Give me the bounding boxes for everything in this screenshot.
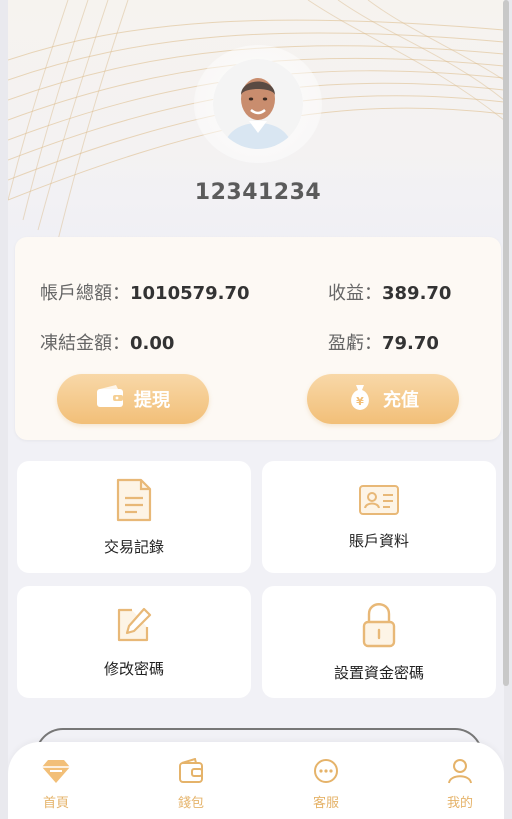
menu-account-info-label: 賬戶資料 xyxy=(348,531,409,550)
profit-loss: 盈虧：79.70 xyxy=(328,329,439,355)
document-icon xyxy=(115,478,153,526)
scrollbar[interactable] xyxy=(503,0,509,686)
total-balance-label: 帳戶總額： xyxy=(40,283,130,304)
user-icon xyxy=(446,758,474,788)
wallet-icon xyxy=(96,384,124,414)
id-card-icon xyxy=(358,484,400,520)
tab-wallet-label: 錢包 xyxy=(177,796,204,811)
wallet-tab-icon xyxy=(177,757,205,788)
frozen-amount: 凍結金額：0.00 xyxy=(40,329,174,355)
tab-service[interactable]: 客服 xyxy=(286,758,366,811)
tab-service-label: 客服 xyxy=(312,796,339,811)
chat-icon xyxy=(312,758,340,788)
total-balance: 帳戶總額：1010579.70 xyxy=(40,279,250,305)
tab-mine-label: 我的 xyxy=(446,796,473,811)
yuan-glyph: ¥ xyxy=(356,395,364,408)
tab-mine[interactable]: 我的 xyxy=(420,758,500,811)
edit-icon xyxy=(115,606,153,648)
account-summary-card: 帳戶總額：1010579.70 收益：389.70 凍結金額：0.00 盈虧：7… xyxy=(15,237,501,440)
menu-change-password-label: 修改密碼 xyxy=(103,659,164,678)
recharge-button[interactable]: ¥ 充值 xyxy=(307,374,459,424)
diamond-icon xyxy=(41,758,71,788)
profile-header: 12341234 xyxy=(8,0,504,240)
menu-transactions-label: 交易記錄 xyxy=(103,537,164,556)
withdraw-label: 提現 xyxy=(134,390,170,411)
bottom-tab-bar: 首頁 錢包 客服 我的 xyxy=(8,742,504,819)
frozen-amount-value: 0.00 xyxy=(130,333,175,354)
menu-transactions[interactable]: 交易記錄 xyxy=(17,461,251,573)
income-value: 389.70 xyxy=(382,283,452,304)
username: 12341234 xyxy=(194,180,322,205)
total-balance-value: 1010579.70 xyxy=(130,283,250,304)
tab-home[interactable]: 首頁 xyxy=(16,758,96,811)
menu-fund-password-label: 設置資金密碼 xyxy=(333,663,424,682)
money-bag-icon: ¥ xyxy=(347,383,373,416)
profit-loss-label: 盈虧： xyxy=(328,333,382,354)
menu-change-password[interactable]: 修改密碼 xyxy=(17,586,251,698)
app-screen: 12341234 帳戶總額：1010579.70 收益：389.70 凍結金額：… xyxy=(8,0,504,819)
profit-loss-value: 79.70 xyxy=(382,333,439,354)
lock-icon xyxy=(361,602,397,652)
menu-account-info[interactable]: 賬戶資料 xyxy=(262,461,496,573)
income-label: 收益： xyxy=(328,283,382,304)
income: 收益：389.70 xyxy=(328,279,451,305)
avatar[interactable] xyxy=(213,59,303,149)
recharge-label: 充值 xyxy=(383,390,419,411)
tab-home-label: 首頁 xyxy=(42,796,69,811)
tab-wallet[interactable]: 錢包 xyxy=(151,757,231,811)
menu-fund-password[interactable]: 設置資金密碼 xyxy=(262,586,496,698)
frozen-amount-label: 凍結金額： xyxy=(40,333,130,354)
withdraw-button[interactable]: 提現 xyxy=(57,374,209,424)
